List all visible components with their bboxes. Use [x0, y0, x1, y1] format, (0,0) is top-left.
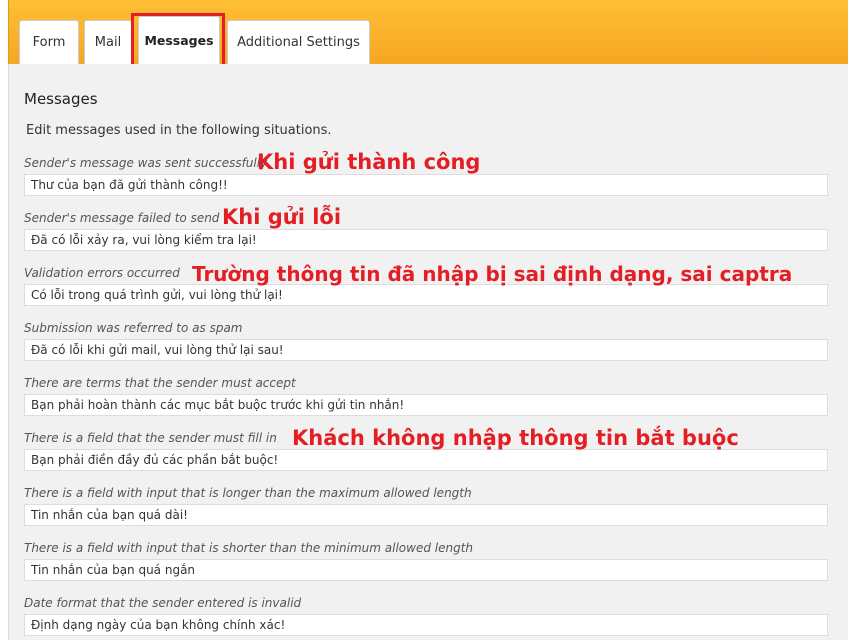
label-invalid-required: There is a field that the sender must fi… — [24, 431, 277, 445]
tab-bar — [8, 0, 848, 64]
tab-mail[interactable]: Mail — [84, 20, 132, 64]
input-accept-terms[interactable] — [24, 394, 828, 416]
label-mail-sent-ng: Sender's message failed to send — [24, 211, 220, 225]
input-invalid-too-short[interactable] — [24, 559, 828, 581]
label-spam: Submission was referred to as spam — [24, 321, 243, 335]
input-mail-sent-ok[interactable] — [24, 174, 828, 196]
label-invalid-date: Date format that the sender entered is i… — [24, 596, 302, 610]
input-invalid-too-long[interactable] — [24, 504, 828, 526]
input-validation-error[interactable] — [24, 284, 828, 306]
input-invalid-required[interactable] — [24, 449, 828, 471]
tab-messages[interactable]: Messages — [138, 16, 220, 64]
label-accept-terms: There are terms that the sender must acc… — [24, 376, 296, 390]
tab-additional-settings[interactable]: Additional Settings — [227, 20, 370, 64]
input-mail-sent-ng[interactable] — [24, 229, 828, 251]
annotation-required: Khách không nhập thông tin bắt buộc — [292, 426, 739, 450]
tab-form[interactable]: Form — [19, 20, 79, 64]
label-mail-sent-ok: Sender's message was sent successfully — [24, 156, 268, 170]
label-invalid-too-short: There is a field with input that is shor… — [24, 541, 474, 555]
label-invalid-too-long: There is a field with input that is long… — [24, 486, 472, 500]
annotation-success: Khi gửi thành công — [257, 150, 481, 174]
annotation-validation: Trường thông tin đã nhập bị sai định dạn… — [192, 262, 793, 286]
annotation-failed: Khi gửi lỗi — [222, 205, 342, 229]
label-validation-error: Validation errors occurred — [24, 266, 180, 280]
input-spam[interactable] — [24, 339, 828, 361]
section-intro: Edit messages used in the following situ… — [26, 123, 332, 138]
section-title: Messages — [24, 90, 98, 108]
input-invalid-date[interactable] — [24, 614, 828, 636]
